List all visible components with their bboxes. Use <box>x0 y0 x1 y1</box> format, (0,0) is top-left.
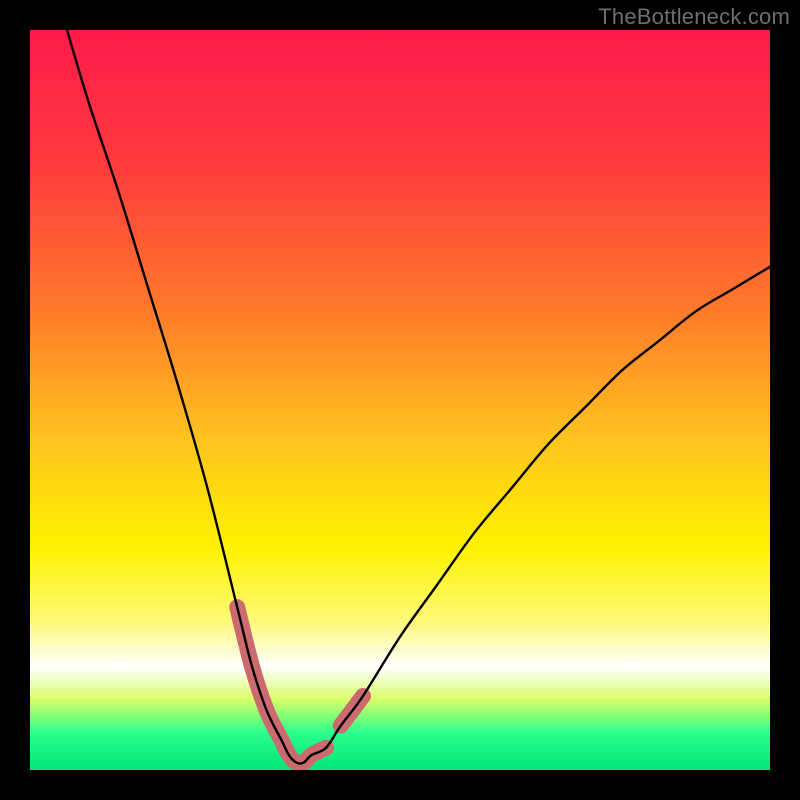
watermark-text: TheBottleneck.com <box>598 4 790 30</box>
chart-frame: TheBottleneck.com <box>0 0 800 800</box>
gradient-background <box>30 30 770 770</box>
bottleneck-plot <box>30 30 770 770</box>
plot-svg <box>30 30 770 770</box>
